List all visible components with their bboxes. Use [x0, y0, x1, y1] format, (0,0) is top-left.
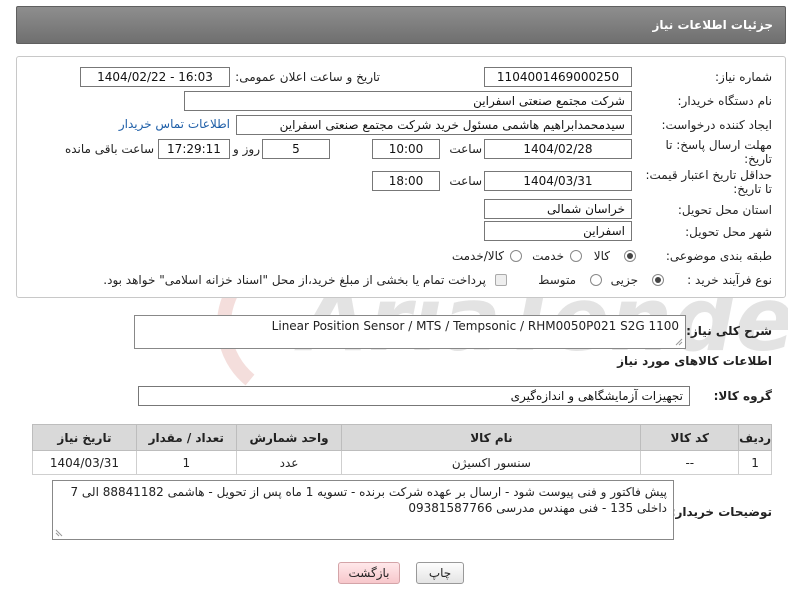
days-label: روز و: [233, 142, 260, 156]
page-header: جزئیات اطلاعات نیاز: [16, 6, 786, 44]
col-unit: واحد شمارش: [235, 424, 343, 451]
days-remaining-field: 5: [262, 139, 330, 159]
requester-field: سیدمحمدابراهیم هاشمی مسئول خرید شرکت مجت…: [236, 115, 632, 135]
treasury-payment-checkbox[interactable]: [495, 274, 507, 286]
category-radio-goods[interactable]: [624, 250, 636, 262]
cell-qty: 1: [135, 450, 237, 475]
province-label: استان محل تحویل:: [677, 203, 772, 217]
description-label: شرح کلی نیاز:: [686, 324, 772, 338]
col-name: نام کالا: [341, 424, 642, 451]
city-label: شهر محل تحویل:: [685, 225, 772, 239]
page-title: جزئیات اطلاعات نیاز: [652, 18, 773, 32]
goods-group-label: گروه کالا:: [713, 389, 772, 403]
deadline-date-field: 1404/02/28: [484, 139, 632, 159]
col-qty: تعداد / مقدار: [135, 424, 237, 451]
buyer-org-label: نام دستگاه خریدار:: [677, 94, 773, 108]
deadline-label-date: تاریخ:: [744, 152, 772, 166]
price-validity-label: حداقل تاریخ اعتبار قیمت:: [645, 168, 772, 182]
goods-table-header: ردیف کد کالا نام کالا واحد شمارش تعداد /…: [32, 424, 772, 451]
cell-unit: عدد: [235, 450, 343, 475]
goods-group-field: تجهیزات آزمایشگاهی و اندازه‌گیری: [138, 386, 690, 406]
buyer-notes-textarea[interactable]: پیش فاکتور و فنی پیوست شود - ارسال بر عه…: [52, 480, 674, 540]
need-number-field: 1104001469000250: [484, 67, 632, 87]
cell-date: 1404/03/31: [32, 450, 137, 475]
col-row: ردیف: [738, 424, 772, 451]
deadline-time-field: 10:00: [372, 139, 440, 159]
col-code: کد کالا: [640, 424, 740, 451]
description-textarea[interactable]: Linear Position Sensor / MTS / Tempsonic…: [134, 315, 686, 349]
price-validity-date-field: 1404/03/31: [484, 171, 632, 191]
buyer-notes-text: پیش فاکتور و فنی پیوست شود - ارسال بر عه…: [70, 485, 667, 515]
process-option-minor: جزیی: [610, 273, 638, 287]
deadline-label: مهلت ارسال پاسخ: تا: [665, 138, 772, 152]
deadline-time-label: ساعت: [449, 142, 482, 156]
resize-grip-icon[interactable]: [675, 338, 683, 346]
price-validity-time-field: 18:00: [372, 171, 440, 191]
category-label: طبقه بندی موضوعی:: [665, 249, 772, 263]
announce-date-field: 1404/02/22 - 16:03: [80, 67, 230, 87]
remaining-time-label: ساعت باقی مانده: [64, 142, 154, 156]
category-option-goods: کالا: [593, 249, 610, 263]
buyer-org-field: شرکت مجتمع صنعتی اسفراین: [184, 91, 632, 111]
process-option-medium: متوسط: [538, 273, 576, 287]
goods-section-title: اطلاعات کالاهای مورد نیاز: [617, 354, 772, 368]
announce-label: تاریخ و ساعت اعلان عمومی:: [235, 70, 380, 84]
process-radio-minor[interactable]: [652, 274, 664, 286]
requester-label: ایجاد کننده درخواست:: [661, 118, 772, 132]
treasury-payment-note: پرداخت تمام یا بخشی از مبلغ خرید،از محل …: [103, 273, 486, 287]
buyer-contact-link[interactable]: اطلاعات تماس خریدار: [119, 117, 230, 131]
need-number-label: شماره نیاز:: [715, 70, 772, 84]
cell-code: --: [640, 450, 740, 475]
goods-table: ردیف کد کالا نام کالا واحد شمارش تعداد /…: [32, 424, 772, 475]
city-field: اسفراین: [484, 221, 632, 241]
price-validity-label-date: تا تاریخ:: [733, 182, 772, 196]
cell-name: سنسور اکسیژن: [341, 450, 642, 475]
process-radio-medium[interactable]: [590, 274, 602, 286]
province-field: خراسان شمالی: [484, 199, 632, 219]
process-type-label: نوع فرآیند خرید :: [687, 273, 772, 287]
category-option-service: خدمت: [532, 249, 564, 263]
table-row[interactable]: 1 -- سنسور اکسیژن عدد 1 1404/03/31: [32, 450, 772, 475]
print-button[interactable]: چاپ: [416, 562, 464, 584]
description-text: Linear Position Sensor / MTS / Tempsonic…: [271, 319, 679, 333]
buyer-notes-label: توضیحات خریدار:: [670, 505, 772, 519]
category-radio-goods-service[interactable]: [510, 250, 522, 262]
price-validity-time-label: ساعت: [449, 174, 482, 188]
resize-grip-icon[interactable]: [55, 529, 63, 537]
category-radio-service[interactable]: [570, 250, 582, 262]
cell-row: 1: [738, 450, 772, 475]
category-option-goods-service: کالا/خدمت: [451, 249, 504, 263]
back-button[interactable]: بازگشت: [338, 562, 400, 584]
col-date: تاریخ نیاز: [32, 424, 137, 451]
remaining-time-field: 17:29:11: [158, 139, 230, 159]
